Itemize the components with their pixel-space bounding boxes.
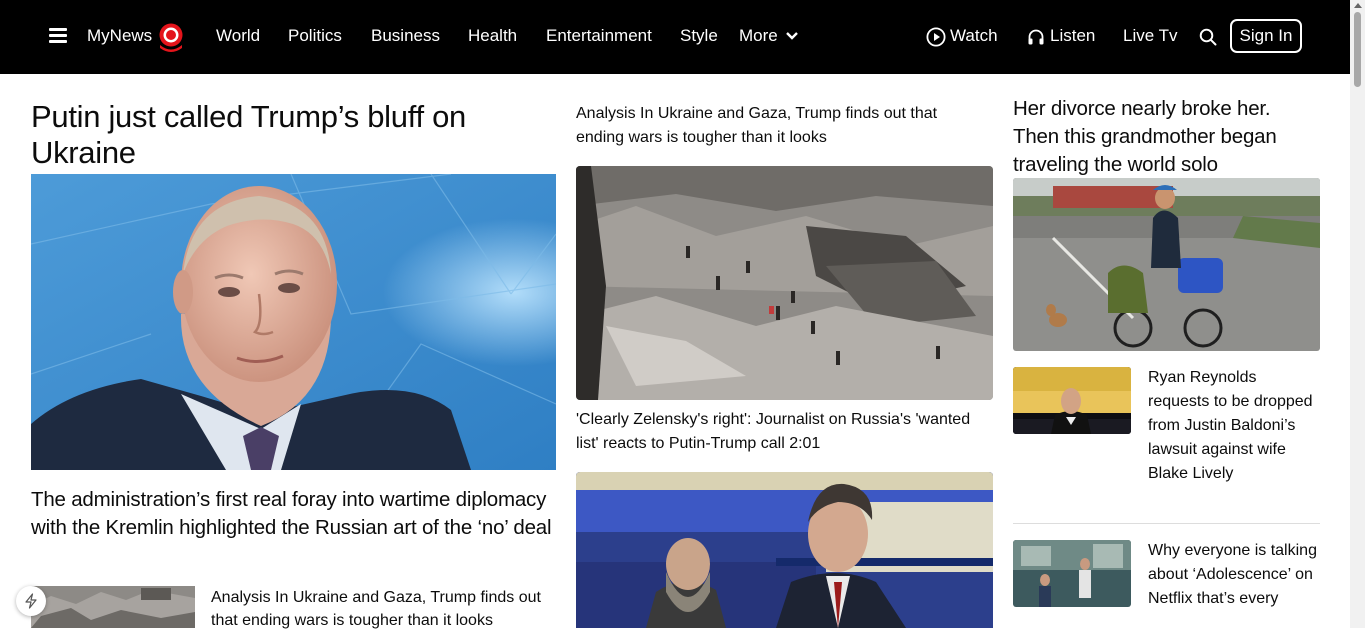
nav-item-politics[interactable]: Politics [288, 26, 342, 46]
watch-link[interactable]: Watch [950, 26, 998, 46]
gaza-rubble-thumbnail[interactable] [31, 586, 195, 628]
live-tv-link[interactable]: Live Tv [1123, 26, 1178, 46]
video-headline-zelensky[interactable]: 'Clearly Zelensky's right': Journalist o… [576, 408, 991, 456]
nav-item-business[interactable]: Business [371, 26, 440, 46]
small-headline-ukraine-gaza[interactable]: Analysis In Ukraine and Gaza, Trump find… [211, 586, 551, 632]
nav-item-world[interactable]: World [216, 26, 260, 46]
story-headline-ryan-reynolds[interactable]: Ryan Reynolds requests to be dropped fro… [1148, 366, 1320, 486]
scroll-up-arrow-icon[interactable] [1354, 3, 1362, 8]
story-divider [1013, 523, 1320, 524]
logo-text[interactable]: MyNews [87, 26, 152, 46]
sub-headline[interactable]: The administration’s first real foray in… [31, 486, 556, 542]
feature-headline-grandmother[interactable]: Her divorce nearly broke her. Then this … [1013, 95, 1313, 179]
adolescence-thumbnail[interactable] [1013, 540, 1131, 607]
ryan-reynolds-thumbnail[interactable] [1013, 367, 1131, 434]
top-headline-ukraine-gaza[interactable]: Analysis In Ukraine and Gaza, Trump find… [576, 102, 986, 150]
search-icon[interactable] [1199, 28, 1217, 46]
red-eye-logo-icon[interactable] [157, 22, 185, 52]
lightning-shortcut-button[interactable] [16, 586, 46, 616]
scrollbar-thumb[interactable] [1354, 12, 1361, 87]
nav-item-style[interactable]: Style [680, 26, 718, 46]
lightning-bolt-icon [25, 593, 37, 609]
play-circle-icon[interactable] [926, 27, 946, 47]
gaza-rubble-photo[interactable] [576, 166, 993, 400]
nav-item-entertainment[interactable]: Entertainment [546, 26, 652, 46]
putin-portrait-photo[interactable] [31, 174, 556, 470]
top-navigation-bar: MyNews World Politics Business Health En… [0, 0, 1365, 74]
grandmother-cycling-photo[interactable] [1013, 178, 1320, 351]
chevron-down-icon[interactable] [785, 31, 799, 41]
main-headline[interactable]: Putin just called Trump’s bluff on Ukrai… [31, 99, 551, 171]
story-headline-adolescence[interactable]: Why everyone is talking about ‘Adolescen… [1148, 539, 1320, 611]
listen-link[interactable]: Listen [1050, 26, 1095, 46]
interview-photo[interactable] [576, 472, 993, 628]
sign-in-button[interactable]: Sign In [1230, 19, 1302, 53]
headphones-icon[interactable] [1027, 28, 1045, 46]
hamburger-menu-icon[interactable] [49, 28, 67, 44]
nav-item-health[interactable]: Health [468, 26, 517, 46]
vertical-scrollbar[interactable] [1350, 0, 1365, 628]
nav-item-more[interactable]: More [739, 26, 778, 46]
